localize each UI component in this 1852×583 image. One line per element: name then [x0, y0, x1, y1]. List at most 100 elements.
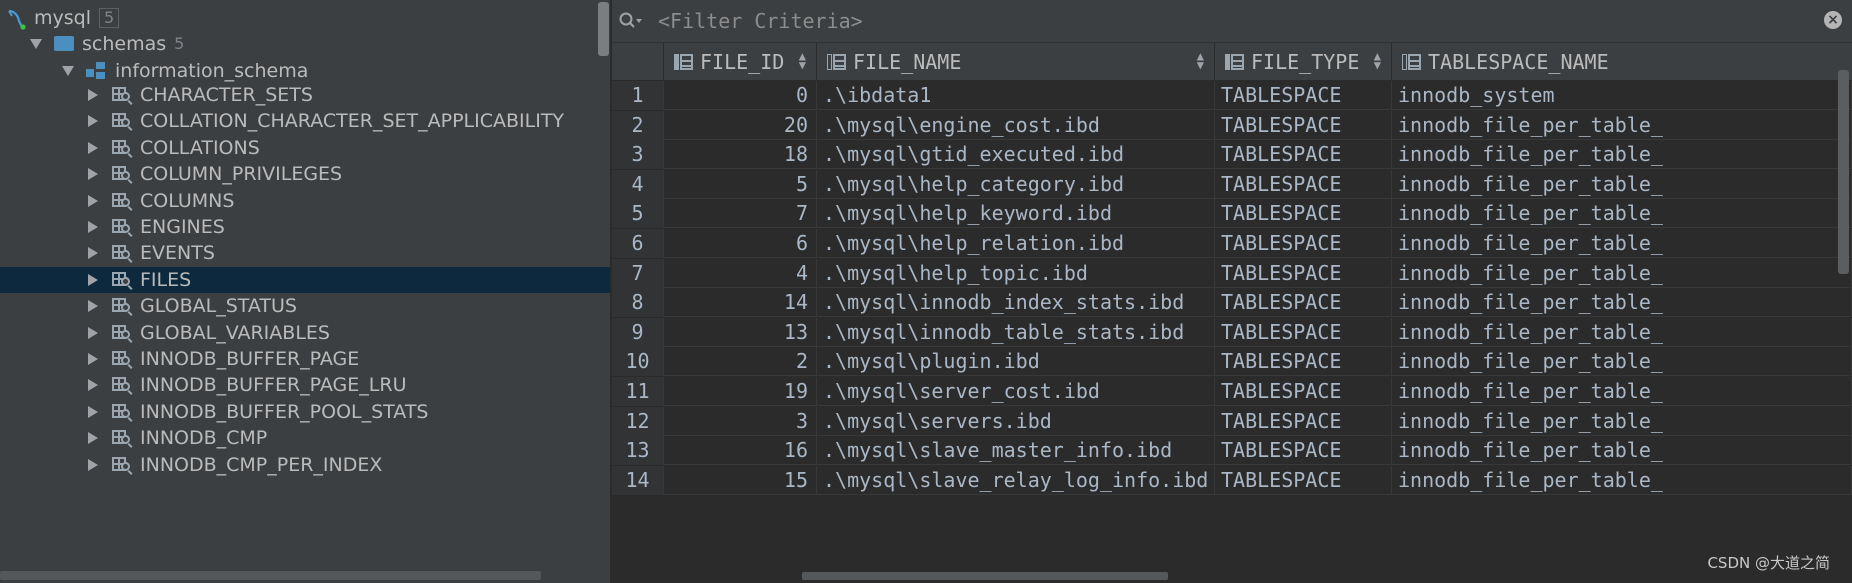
- row-number-cell[interactable]: 6: [612, 229, 664, 258]
- file-id-cell[interactable]: 7: [664, 199, 817, 229]
- file-name-cell[interactable]: .\mysql\servers.ibd: [817, 406, 1215, 436]
- file-id-cell[interactable]: 19: [664, 377, 817, 406]
- chevron-right-icon[interactable]: [88, 221, 98, 233]
- chevron-right-icon[interactable]: [88, 432, 98, 445]
- tablespace-name-cell[interactable]: innodb_file_per_table_: [1392, 258, 1852, 288]
- chevron-right-icon[interactable]: [88, 141, 98, 154]
- file-type-cell[interactable]: TABLESPACE: [1215, 377, 1392, 406]
- chevron-right-icon[interactable]: [88, 89, 98, 101]
- file-name-cell[interactable]: .\mysql\slave_master_info.ibd: [817, 436, 1215, 466]
- file-type-cell[interactable]: TABLESPACE: [1215, 406, 1392, 436]
- file-id-cell[interactable]: 3: [664, 406, 817, 436]
- file-id-cell[interactable]: 16: [664, 436, 817, 466]
- chevron-right-icon[interactable]: [88, 273, 98, 286]
- column-header-tablespace-name[interactable]: TABLESPACE_NAME: [1392, 43, 1852, 80]
- tablespace-name-cell[interactable]: innodb_file_per_table_: [1392, 140, 1852, 170]
- tree-node-table[interactable]: GLOBAL_VARIABLES: [0, 320, 612, 346]
- filter-input[interactable]: <Filter Criteria>: [658, 9, 863, 33]
- column-header-file-id[interactable]: FILE_ID ▲ ▼: [664, 43, 817, 80]
- tablespace-name-cell[interactable]: innodb_file_per_table_: [1392, 110, 1852, 140]
- file-type-cell[interactable]: TABLESPACE: [1215, 347, 1392, 377]
- chevron-down-icon[interactable]: [30, 38, 42, 49]
- file-type-cell[interactable]: TABLESPACE: [1215, 258, 1392, 288]
- tree-node-table[interactable]: INNODB_CMP: [0, 425, 612, 451]
- file-type-cell[interactable]: TABLESPACE: [1215, 465, 1392, 495]
- table-row[interactable]: 6 6 .\mysql\help_relation.ibd TABLESPACE inn…: [612, 229, 1852, 258]
- chevron-right-icon[interactable]: [88, 194, 98, 207]
- file-id-cell[interactable]: 6: [664, 229, 817, 258]
- file-id-cell[interactable]: 0: [664, 81, 817, 110]
- tree-node-table[interactable]: COLUMN_PRIVILEGES: [0, 161, 612, 187]
- tablespace-name-cell[interactable]: innodb_file_per_table_: [1392, 436, 1852, 466]
- file-type-cell[interactable]: TABLESPACE: [1215, 140, 1392, 170]
- file-type-cell[interactable]: TABLESPACE: [1215, 81, 1392, 110]
- sort-icon[interactable]: ▲ ▼: [1374, 50, 1381, 71]
- row-number-cell[interactable]: 12: [612, 406, 664, 436]
- file-id-cell[interactable]: 20: [664, 110, 817, 140]
- chevron-right-icon[interactable]: [88, 247, 98, 260]
- chevron-right-icon[interactable]: [88, 379, 98, 392]
- file-id-cell[interactable]: 14: [664, 288, 817, 318]
- tree-node-table[interactable]: INNODB_CMP_PER_INDEX: [0, 452, 612, 478]
- tablespace-name-cell[interactable]: innodb_file_per_table_: [1392, 317, 1852, 347]
- tree-node-table[interactable]: CHARACTER_SETS: [0, 82, 612, 108]
- chevron-right-icon[interactable]: [88, 458, 98, 471]
- tree-vertical-scrollbar[interactable]: [598, 2, 609, 56]
- file-name-cell[interactable]: .\mysql\plugin.ibd: [817, 347, 1215, 377]
- sort-icon[interactable]: ▲ ▼: [799, 50, 806, 71]
- file-name-cell[interactable]: .\mysql\engine_cost.ibd: [817, 110, 1215, 140]
- tree-node-table[interactable]: FILES: [0, 266, 612, 293]
- row-number-cell[interactable]: 2: [612, 110, 664, 140]
- search-icon[interactable]: [618, 11, 644, 31]
- tree-node-table[interactable]: COLLATIONS: [0, 135, 612, 161]
- tree-node-table[interactable]: GLOBAL_STATUS: [0, 293, 612, 319]
- chevron-right-icon[interactable]: [88, 115, 98, 128]
- file-type-cell[interactable]: TABLESPACE: [1215, 229, 1392, 258]
- row-number-cell[interactable]: 3: [612, 140, 664, 170]
- file-type-cell[interactable]: TABLESPACE: [1215, 199, 1392, 229]
- row-number-cell[interactable]: 4: [612, 169, 664, 199]
- clear-icon[interactable]: ×: [1824, 11, 1842, 29]
- tree-node-table[interactable]: INNODB_BUFFER_PAGE: [0, 346, 612, 372]
- tree-node-table[interactable]: COLLATION_CHARACTER_SET_APPLICABILITY: [0, 108, 612, 134]
- table-row[interactable]: 2 20 .\mysql\engine_cost.ibd TABLESPACE inno…: [612, 110, 1852, 140]
- file-id-cell[interactable]: 4: [664, 258, 817, 288]
- column-header-file-name[interactable]: FILE_NAME ▲ ▼: [817, 43, 1215, 80]
- file-id-cell[interactable]: 18: [664, 140, 817, 170]
- row-number-cell[interactable]: 8: [612, 288, 664, 318]
- file-name-cell[interactable]: .\ibdata1: [817, 81, 1215, 110]
- sort-icon[interactable]: ▲ ▼: [1197, 50, 1204, 71]
- chevron-right-icon[interactable]: [88, 353, 98, 365]
- table-row[interactable]: 1 0 .\ibdata1 TABLESPACE innodb_system: [612, 81, 1852, 110]
- file-id-cell[interactable]: 15: [664, 465, 817, 495]
- row-number-cell[interactable]: 1: [612, 81, 664, 110]
- tablespace-name-cell[interactable]: innodb_file_per_table_: [1392, 406, 1852, 436]
- table-row[interactable]: 10 2 .\mysql\plugin.ibd TABLESPACE innodb_fi…: [612, 347, 1852, 377]
- chevron-down-icon[interactable]: [62, 65, 74, 76]
- tablespace-name-cell[interactable]: innodb_file_per_table_: [1392, 377, 1852, 406]
- grid-vertical-scrollbar[interactable]: [1838, 70, 1849, 274]
- file-type-cell[interactable]: TABLESPACE: [1215, 169, 1392, 199]
- grid-horizontal-scrollbar[interactable]: [802, 572, 1168, 580]
- row-number-cell[interactable]: 11: [612, 377, 664, 406]
- tablespace-name-cell[interactable]: innodb_file_per_table_: [1392, 288, 1852, 318]
- file-name-cell[interactable]: .\mysql\help_category.ibd: [817, 169, 1215, 199]
- file-id-cell[interactable]: 13: [664, 317, 817, 347]
- tree-node-table[interactable]: COLUMNS: [0, 188, 612, 214]
- table-row[interactable]: 12 3 .\mysql\servers.ibd TABLESPACE innodb_f…: [612, 406, 1852, 436]
- tablespace-name-cell[interactable]: innodb_file_per_table_: [1392, 199, 1852, 229]
- table-row[interactable]: 4 5 .\mysql\help_category.ibd TABLESPACE inn…: [612, 169, 1852, 199]
- tree-node-table[interactable]: EVENTS: [0, 240, 612, 266]
- row-number-cell[interactable]: 5: [612, 199, 664, 229]
- tree-horizontal-scrollbar[interactable]: [0, 571, 541, 580]
- filter-bar[interactable]: <Filter Criteria> ×: [612, 0, 1852, 43]
- tablespace-name-cell[interactable]: innodb_file_per_table_: [1392, 169, 1852, 199]
- row-number-cell[interactable]: 14: [612, 465, 664, 495]
- table-row[interactable]: 11 19 .\mysql\server_cost.ibd TABLESPACE inn…: [612, 377, 1852, 406]
- tree-node-table[interactable]: INNODB_BUFFER_POOL_STATS: [0, 399, 612, 425]
- file-id-cell[interactable]: 2: [664, 347, 817, 377]
- file-name-cell[interactable]: .\mysql\gtid_executed.ibd: [817, 140, 1215, 170]
- table-row[interactable]: 13 16 .\mysql\slave_master_info.ibd TABLESP…: [612, 436, 1852, 466]
- table-row[interactable]: 3 18 .\mysql\gtid_executed.ibd TABLESPACE in…: [612, 140, 1852, 170]
- tablespace-name-cell[interactable]: innodb_file_per_table_: [1392, 347, 1852, 377]
